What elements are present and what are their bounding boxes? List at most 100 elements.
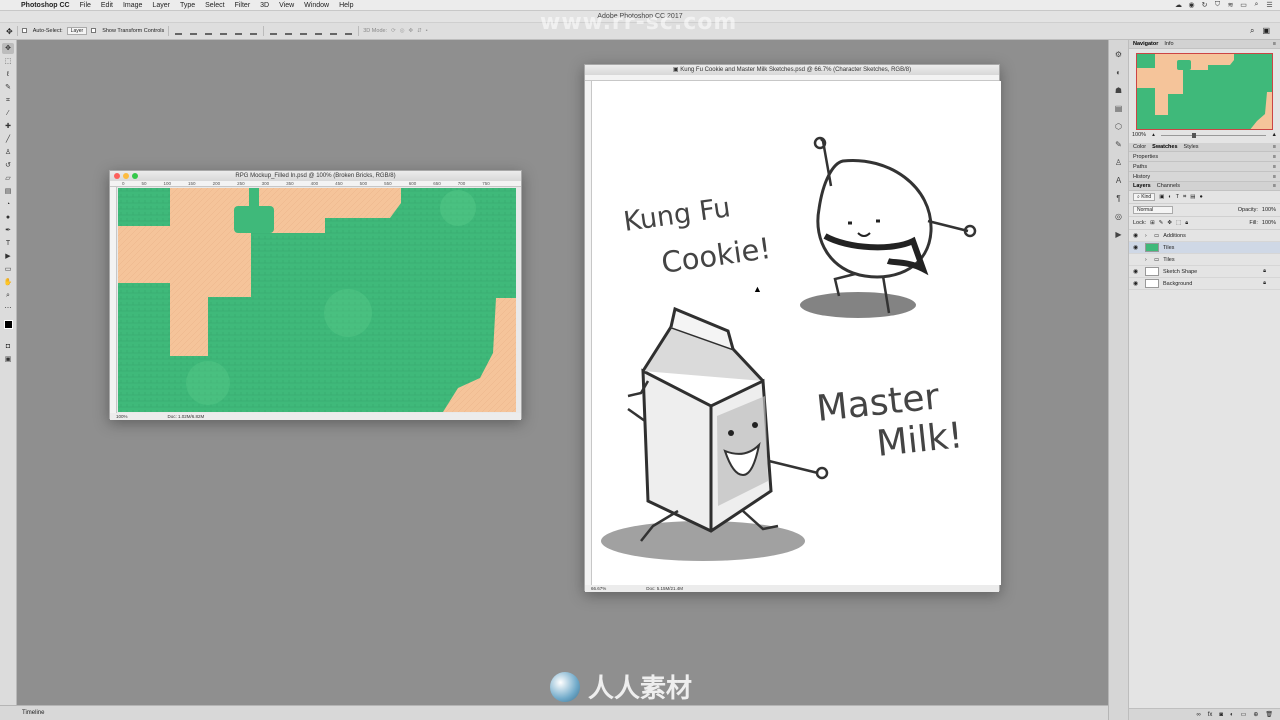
filter-smart-object-icon[interactable]: ▤ xyxy=(1190,194,1195,200)
3d-roll-icon[interactable]: ◎ xyxy=(400,28,405,34)
tab-layers[interactable]: Layers xyxy=(1133,182,1151,190)
filter-pixel-icon[interactable]: ▣ xyxy=(1159,194,1164,200)
rpg-window-titlebar[interactable]: RPG Mockup_Filled In.psd @ 100% (Broken … xyxy=(110,171,521,181)
history-panel-icon[interactable]: ▤ xyxy=(1113,104,1125,113)
delete-layer-icon[interactable]: 🗑︎ xyxy=(1265,711,1273,718)
group-expand-icon[interactable]: › xyxy=(1145,257,1150,263)
menu-window[interactable]: Window xyxy=(299,2,334,9)
panel-menu-icon[interactable]: ≡ xyxy=(1273,172,1276,182)
panel-menu-icon[interactable]: ≡ xyxy=(1273,40,1276,49)
menu-edit[interactable]: Edit xyxy=(96,2,118,9)
layer-row-sketch-shape[interactable]: ◉ Sketch Shape 🔒︎ xyxy=(1129,266,1280,278)
menu-app-name[interactable]: Photoshop CC xyxy=(16,2,75,9)
layer-row-tiles[interactable]: ◉ Tiles xyxy=(1129,242,1280,254)
new-layer-icon[interactable]: ⊕ xyxy=(1253,711,1258,718)
shape-tool-icon[interactable]: ▭ xyxy=(2,264,14,275)
3d-scale-icon[interactable]: ▪ xyxy=(426,28,428,34)
blend-mode-dropdown[interactable]: Normal xyxy=(1133,206,1173,214)
panel-menu-icon[interactable]: ≡ xyxy=(1273,182,1276,191)
lasso-tool-icon[interactable]: ℓ xyxy=(2,69,14,80)
layer-row-additions[interactable]: ◉ › ▭ Additions xyxy=(1129,230,1280,242)
eraser-tool-icon[interactable]: ▱ xyxy=(2,173,14,184)
shield-icon[interactable]: ⛉ xyxy=(1213,1,1222,9)
rpg-canvas[interactable] xyxy=(118,188,516,412)
filter-toggle-icon[interactable]: ● xyxy=(1199,194,1202,200)
new-group-icon[interactable]: ▭ xyxy=(1241,711,1247,718)
menu-filter[interactable]: Filter xyxy=(230,2,256,9)
sketch-window-titlebar[interactable]: ▣ Kung Fu Cookie and Master Milk Sketche… xyxy=(585,65,999,75)
tab-color[interactable]: Color xyxy=(1133,143,1146,151)
layer-style-icon[interactable]: fx xyxy=(1208,712,1213,718)
menu-3d[interactable]: 3D xyxy=(255,2,274,9)
rpg-document-window[interactable]: RPG Mockup_Filled In.psd @ 100% (Broken … xyxy=(109,170,522,420)
align-hcenter-icon[interactable] xyxy=(235,28,243,35)
3d-slide-icon[interactable]: ⇵ xyxy=(417,28,422,34)
adjustments-panel-icon[interactable]: ◐ xyxy=(1113,68,1125,77)
eyedropper-tool-icon[interactable]: ⁄ xyxy=(2,108,14,119)
distribute-right-icon[interactable] xyxy=(345,28,353,35)
menu-select[interactable]: Select xyxy=(200,2,229,9)
path-selection-tool-icon[interactable]: ▶ xyxy=(2,251,14,262)
new-adjustment-icon[interactable]: ◐ xyxy=(1230,712,1234,718)
visibility-eye-icon[interactable]: ◉ xyxy=(1133,268,1141,275)
sketch-document-window[interactable]: ▣ Kung Fu Cookie and Master Milk Sketche… xyxy=(584,64,1001,592)
brush-tool-icon[interactable]: ╱ xyxy=(2,134,14,145)
lock-artboard-icon[interactable]: ⬚ xyxy=(1176,220,1181,226)
timeline-panel[interactable]: Timeline xyxy=(0,705,1108,720)
sync-icon[interactable]: ↻ xyxy=(1200,1,1209,9)
character-panel-icon[interactable]: A xyxy=(1113,176,1125,185)
tab-swatches[interactable]: Swatches xyxy=(1152,143,1177,151)
zoom-in-icon[interactable]: ▲ xyxy=(1272,132,1277,138)
add-mask-icon[interactable]: ◙ xyxy=(1219,712,1223,718)
tab-info[interactable]: Info xyxy=(1164,40,1173,48)
tab-navigator[interactable]: Navigator xyxy=(1133,40,1158,48)
align-right-icon[interactable] xyxy=(250,28,258,35)
rpg-doc-size[interactable]: Doc: 1.02M/6.82M xyxy=(168,413,205,420)
history-panel-row[interactable]: History ≡ xyxy=(1129,172,1280,182)
libraries-panel-icon[interactable]: ☗ xyxy=(1113,86,1125,95)
rpg-vertical-ruler[interactable] xyxy=(110,187,117,413)
type-tool-icon[interactable]: T xyxy=(2,238,14,249)
more-tools-icon[interactable]: ⋯ xyxy=(2,303,14,314)
lock-position-icon[interactable]: ✥ xyxy=(1167,220,1172,226)
marquee-tool-icon[interactable]: ⬚ xyxy=(2,56,14,67)
minimize-button[interactable] xyxy=(123,173,129,179)
visibility-eye-icon[interactable]: ◉ xyxy=(1133,244,1141,251)
brush-panel-icon[interactable]: ✎ xyxy=(1113,140,1125,149)
auto-select-checkbox[interactable] xyxy=(21,27,29,35)
history-brush-tool-icon[interactable]: ↺ xyxy=(2,160,14,171)
move-tool-preset-icon[interactable]: ✥ xyxy=(6,27,13,36)
menu-view[interactable]: View xyxy=(274,2,299,9)
notification-center-icon[interactable]: ☰ xyxy=(1265,1,1274,9)
fill-value[interactable]: 100% xyxy=(1262,220,1276,226)
rpg-zoom-level[interactable]: 100% xyxy=(116,413,128,420)
foreground-color-swatch[interactable] xyxy=(3,320,13,329)
link-layers-icon[interactable]: ∞ xyxy=(1196,712,1200,718)
group-expand-icon[interactable]: › xyxy=(1145,233,1150,239)
sketch-doc-size[interactable]: Doc: 5.15M/21.4M xyxy=(646,585,683,592)
pen-tool-icon[interactable]: ✒ xyxy=(2,225,14,236)
menu-image[interactable]: Image xyxy=(118,2,147,9)
layer-kind-filter[interactable]: ⌕ Kind xyxy=(1133,193,1156,201)
distribute-vcenter-icon[interactable] xyxy=(285,28,293,35)
distribute-left-icon[interactable] xyxy=(315,28,323,35)
gradient-tool-icon[interactable]: ▤ xyxy=(2,186,14,197)
clone-stamp-tool-icon[interactable]: ♙ xyxy=(2,147,14,158)
3d-pan-icon[interactable]: ✥ xyxy=(409,28,414,34)
panel-menu-icon[interactable]: ≡ xyxy=(1273,162,1276,172)
workspace-switcher-icon[interactable]: ▣ xyxy=(1262,26,1270,36)
align-bottom-icon[interactable] xyxy=(205,28,213,35)
layer-row-tiles-group[interactable]: › ▭ Tiles xyxy=(1129,254,1280,266)
panel-menu-icon[interactable]: ≡ xyxy=(1273,143,1276,152)
menu-help[interactable]: Help xyxy=(334,2,358,9)
distribute-top-icon[interactable] xyxy=(270,28,278,35)
blur-tool-icon[interactable]: ◔ xyxy=(2,199,14,210)
properties-panel-icon[interactable]: ⚙ xyxy=(1113,50,1125,59)
zoom-tool-icon[interactable]: ⌕ xyxy=(2,290,14,301)
move-tool-icon[interactable]: ✥ xyxy=(2,43,14,54)
panel-menu-icon[interactable]: ≡ xyxy=(1273,152,1276,162)
auto-select-dropdown[interactable]: Layer xyxy=(66,27,88,35)
opacity-value[interactable]: 100% xyxy=(1262,207,1276,213)
layer-row-background[interactable]: ◉ Background 🔒︎ xyxy=(1129,278,1280,290)
quick-select-tool-icon[interactable]: ✎ xyxy=(2,82,14,93)
